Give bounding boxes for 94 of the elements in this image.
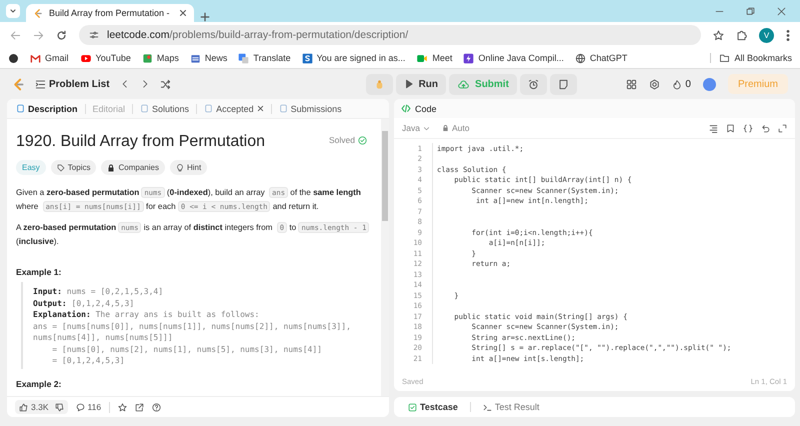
undo-icon[interactable] — [761, 124, 770, 132]
user-avatar[interactable] — [702, 78, 716, 90]
help-icon[interactable] — [152, 402, 162, 412]
close-icon[interactable] — [256, 105, 264, 112]
tab-icon — [204, 104, 214, 113]
bookmark[interactable]: Meet — [416, 52, 452, 64]
console-tab[interactable]: Testcase — [402, 401, 464, 413]
problem-title: 1920. Build Array from Permutation — [16, 133, 266, 151]
language-selector[interactable]: Java — [402, 123, 430, 133]
code-brackets-icon — [401, 104, 411, 113]
run-button[interactable]: Run — [396, 74, 446, 94]
tag-chip[interactable]: Hint — [170, 160, 208, 175]
address-bar[interactable]: leetcode.com/problems/build-array-from-permutation/description/ — [79, 25, 701, 45]
browser-tab[interactable]: Build Array from Permutation - — [26, 4, 194, 22]
bookmark[interactable]: Translate — [238, 52, 291, 64]
plus-icon[interactable] — [200, 12, 210, 22]
tab-icon — [140, 104, 150, 113]
translate-icon[interactable] — [238, 52, 250, 64]
terminal-icon — [482, 402, 492, 412]
format-lines-icon[interactable] — [709, 124, 718, 132]
check-circle-icon — [358, 136, 367, 144]
more-vertical-icon[interactable] — [786, 30, 790, 40]
reload-icon[interactable] — [56, 30, 67, 40]
tag-chip[interactable]: Topics — [50, 160, 96, 175]
cloud-upload-icon — [457, 78, 470, 90]
problem-list-link[interactable]: Problem List — [35, 78, 110, 90]
close-icon[interactable] — [777, 6, 786, 16]
mail-icon[interactable] — [30, 52, 41, 64]
map-pin-icon[interactable] — [142, 52, 153, 64]
layout-grid-icon[interactable] — [626, 78, 638, 90]
checkbox-icon — [408, 402, 417, 412]
example-heading: Example 2: — [16, 378, 62, 388]
share-icon[interactable] — [135, 402, 144, 412]
tab-title: Build Array from Permutation - — [49, 8, 171, 18]
star-icon[interactable] — [118, 402, 128, 412]
bookmark[interactable]: ChatGPT — [574, 52, 628, 64]
tag-icon — [56, 164, 65, 172]
thumbs-up-icon — [19, 402, 28, 412]
thumbs-down-icon[interactable] — [54, 402, 64, 412]
panel-tab[interactable]: Submissions — [276, 104, 344, 114]
example-heading: Example 1: — [16, 267, 62, 277]
site-settings-icon[interactable] — [89, 30, 99, 40]
chevron-down-icon[interactable] — [9, 7, 17, 15]
bookmark[interactable]: YouTube — [80, 52, 131, 64]
flame-icon — [672, 78, 682, 90]
streak-counter[interactable]: 0 — [672, 78, 691, 90]
panel-tab[interactable]: Solutions — [138, 104, 192, 114]
play-icon — [404, 79, 414, 89]
scrollbar[interactable] — [381, 119, 389, 396]
notes-button[interactable] — [550, 74, 577, 94]
s-logo-icon[interactable] — [302, 52, 313, 64]
restore-icon[interactable] — [746, 6, 755, 16]
close-icon[interactable] — [179, 9, 187, 17]
shuffle-icon[interactable] — [160, 78, 171, 90]
alarm-clock-icon — [528, 78, 539, 90]
panel-tab[interactable]: Description — [14, 104, 80, 114]
note-icon — [558, 78, 569, 90]
leetcode-logo-icon — [33, 8, 43, 18]
difficulty-tag: Easy — [16, 160, 46, 175]
puzzle-icon[interactable] — [736, 30, 747, 40]
bookmark-icon[interactable] — [726, 124, 735, 132]
curly-braces-icon[interactable] — [743, 124, 753, 132]
folder-icon[interactable] — [719, 53, 730, 63]
tab-icon — [278, 104, 288, 113]
tab-icon — [16, 104, 25, 113]
bookmark[interactable]: Gmail — [30, 52, 69, 64]
star-icon[interactable] — [713, 30, 724, 40]
code-panel-header: Code — [394, 99, 795, 118]
newspaper-icon[interactable] — [190, 52, 201, 64]
bookmark[interactable]: You are signed in as... — [302, 52, 406, 64]
lightning-icon[interactable] — [463, 52, 474, 64]
expand-icon[interactable] — [778, 124, 787, 132]
lock-icon — [107, 164, 116, 172]
timer-button[interactable] — [520, 74, 547, 94]
tag-chip[interactable]: Companies — [101, 160, 165, 175]
bookmark[interactable]: Online Java Compil... — [463, 52, 564, 64]
panel-tab[interactable]: Accepted — [202, 104, 266, 114]
solved-status: Solved — [329, 135, 367, 145]
console-tab[interactable]: Test Result — [476, 401, 546, 413]
comments-button[interactable]: 116 — [76, 402, 102, 412]
bookmark[interactable]: Maps — [142, 52, 179, 64]
play-icon[interactable] — [80, 52, 92, 64]
profile-avatar[interactable]: V — [759, 28, 774, 42]
comment-icon — [76, 402, 84, 412]
all-bookmarks[interactable]: All Bookmarks — [710, 53, 792, 63]
bookmark[interactable]: News — [190, 52, 228, 64]
video-camera-icon[interactable] — [416, 52, 428, 64]
settings-icon[interactable] — [649, 78, 660, 90]
lock-icon — [442, 124, 449, 132]
list-icon — [35, 78, 46, 90]
chevron-down-icon — [422, 124, 430, 132]
mode-label: Auto — [442, 123, 470, 133]
lightbulb-icon — [176, 164, 184, 172]
example-block: Input: nums = [0,2,1,5,3,4] Output: [0,1,2,4,5,3] Explanation: The array ans is built as follows: ans = [nums[nums[0]], nums[nums[1]], nums[nums[2]], nums[nums[3]], nums[nums[4]], nums[nums[5]]] = [nums[0], nums[2], nums[1], nums[5], nums[3], nums[4]] = [0,1,2,4,5,3] — [21, 282, 373, 368]
